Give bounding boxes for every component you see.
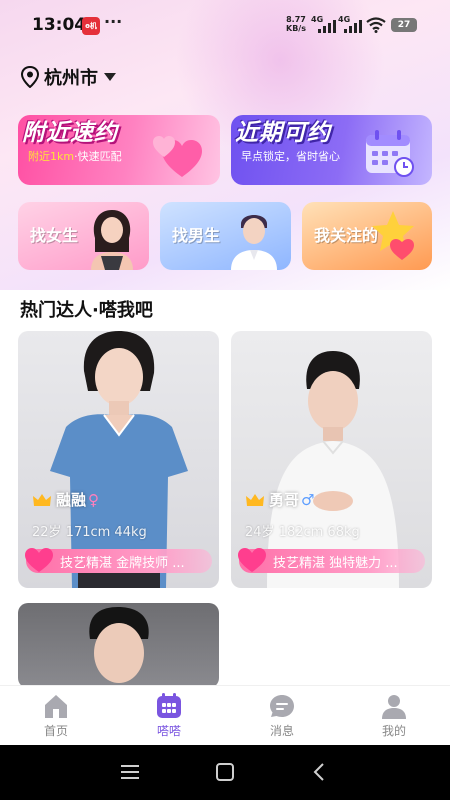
profile-card[interactable]: 融融 ♀ 22岁 171cm 44kg 技艺精湛 金牌技师 ... [18,331,219,588]
profile-name-row: 勇哥 ♂ [245,489,314,510]
nearby-quick-match-banner[interactable]: 附近速约 附近1km·快速匹配 [18,115,220,185]
profile-name-row: 融融 ♀ [32,489,99,510]
message-icon [270,695,294,717]
bottom-navigation: 首页 嗒嗒 消息 我的 [0,685,450,745]
network-speed-value: 8.77 [286,15,306,24]
city-name: 杭州市 [44,68,98,89]
signal-bars-icon [318,20,336,33]
menu-icon[interactable] [120,763,140,781]
category-label: 找男生 [172,226,221,245]
male-avatar-image [231,215,277,270]
banner-subtitle: 早点锁定，省时省心 [241,150,340,163]
nav-label: 首页 [43,724,68,738]
profile-tag: 技艺精湛 独特魅力 ... [238,548,425,573]
wifi-icon [366,17,386,33]
dropdown-caret-icon [104,73,116,81]
profile-card[interactable]: 勇哥 ♂ 24岁 182cm 68kg 技艺精湛 独特魅力 ... [231,331,432,588]
profile-name: 勇哥 [269,491,300,509]
grid-icon [157,693,181,718]
app-notification-icon: ɵ机 [82,17,100,35]
system-navigation-bar [0,745,450,800]
nav-profile[interactable]: 我的 [354,692,434,739]
nav-messages[interactable]: 消息 [242,692,322,739]
more-notifications-icon: ··· [104,12,123,31]
banner-title: 附近速约 [22,120,118,146]
back-icon[interactable] [310,763,330,781]
star-heart-icon [372,211,414,260]
female-icon: ♀ [88,490,100,509]
person-icon [382,695,406,719]
location-selector[interactable]: 杭州市 [20,64,116,90]
profile-stats: 24岁 182cm 68kg [245,525,360,540]
status-time: 13:04 [32,15,87,35]
find-male-card[interactable]: 找男生 [160,202,291,270]
nav-dada[interactable]: 嗒嗒 [129,692,209,739]
male-icon: ♂ [301,490,315,509]
profile-tag-text: 技艺精湛 金牌技师 ... [60,556,185,571]
nav-label: 消息 [269,724,294,738]
hearts-icon [153,136,202,177]
heart-icon [25,548,53,572]
home-button-icon[interactable] [215,763,235,781]
banner-title: 近期可约 [235,120,331,146]
upcoming-appointment-banner[interactable]: 近期可约 早点锁定，省时省心 [231,115,432,185]
crown-icon [33,493,51,506]
profile-stats: 22岁 171cm 44kg [32,525,147,540]
calendar-icon [366,130,414,177]
battery-icon: 27 [391,18,417,32]
profile-name: 融融 [56,491,87,509]
network-speed: 8.77 KB/s [286,15,306,33]
location-pin-icon [20,66,40,88]
profile-photo [89,607,149,683]
section-title: 热门达人·嗒我吧 [20,300,153,321]
heart-icon [238,548,266,572]
signal-bars-2-icon [344,20,362,33]
crown-icon [246,493,264,506]
banner-subtitle: 附近1km·快速匹配 [28,150,122,163]
find-female-card[interactable]: 找女生 [18,202,149,270]
profile-tag-text: 技艺精湛 独特魅力 ... [273,556,398,571]
home-icon [45,695,67,718]
category-label: 找女生 [30,226,79,245]
female-avatar-image [91,210,133,270]
nav-label: 嗒嗒 [156,724,181,738]
nav-home[interactable]: 首页 [16,692,96,739]
nav-label: 我的 [381,724,406,738]
profile-tag: 技艺精湛 金牌技师 ... [25,548,212,573]
network-speed-unit: KB/s [286,24,306,33]
profile-card[interactable] [18,603,219,688]
status-bar: 13:04 ɵ机 ··· 8.77 KB/s 4G 4G 27 [0,0,450,52]
my-following-card[interactable]: 我关注的 [302,202,432,270]
